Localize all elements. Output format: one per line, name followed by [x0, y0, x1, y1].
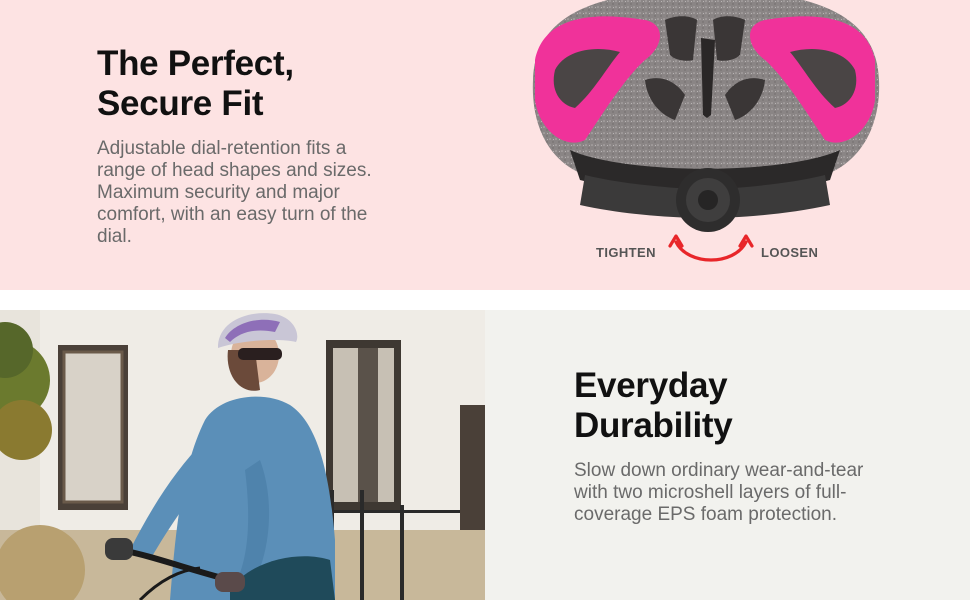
- fit-text-block: The Perfect, Secure Fit Adjustable dial-…: [97, 44, 397, 248]
- loosen-label: LOOSEN: [761, 245, 819, 260]
- cyclist-photo: [0, 310, 485, 600]
- fit-heading-line1: The Perfect,: [97, 44, 294, 83]
- fit-section: The Perfect, Secure Fit Adjustable dial-…: [0, 0, 970, 290]
- helmet-rear-image: [532, 0, 880, 232]
- durability-section: Everyday Durability Slow down ordinary w…: [0, 310, 970, 600]
- durability-heading-line1: Everyday: [574, 366, 728, 405]
- section-divider: [0, 290, 970, 310]
- fit-heading-line2: Secure Fit: [97, 84, 264, 123]
- fit-heading: The Perfect, Secure Fit: [97, 44, 397, 124]
- tighten-label: TIGHTEN: [596, 245, 656, 260]
- durability-heading: Everyday Durability: [574, 366, 874, 446]
- durability-description: Slow down ordinary wear-and-tear with tw…: [574, 460, 864, 525]
- tighten-loosen-arrow-icon: [668, 234, 754, 262]
- durability-text-block: Everyday Durability Slow down ordinary w…: [574, 366, 874, 526]
- durability-heading-line2: Durability: [574, 406, 733, 445]
- fit-description: Adjustable dial-retention fits a range o…: [97, 138, 372, 247]
- durability-text-panel: Everyday Durability Slow down ordinary w…: [485, 310, 970, 600]
